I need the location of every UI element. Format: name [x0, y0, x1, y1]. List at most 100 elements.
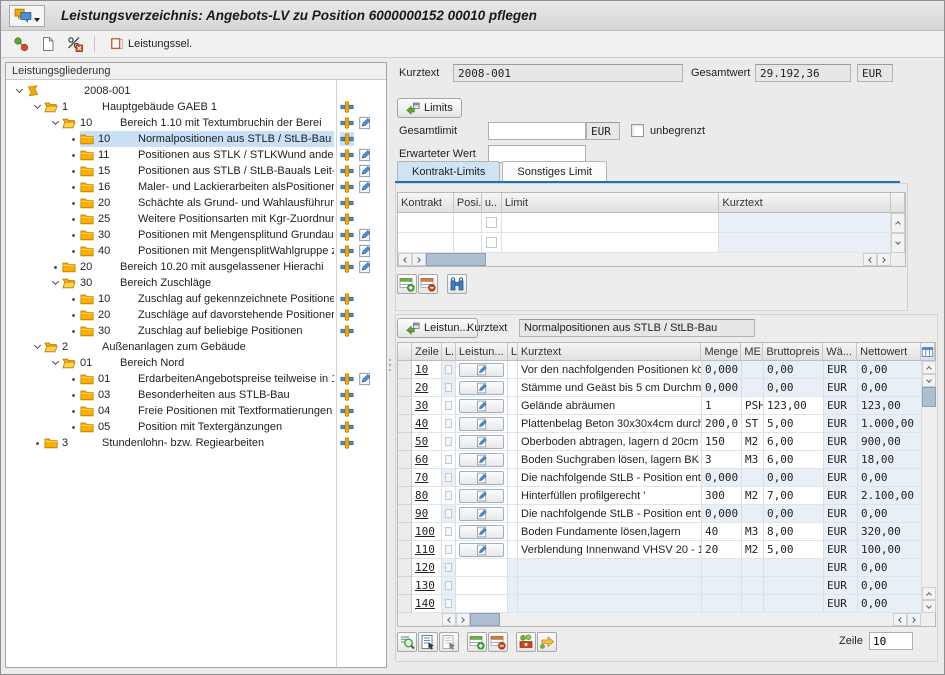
row-select-cell[interactable] — [398, 577, 412, 595]
positions-kurztext-field[interactable]: Normalpositionen aus STLB / StLB-Bau — [519, 319, 755, 337]
tree-node[interactable]: 11Positionen aus STLK / STLKWund anderen… — [6, 147, 386, 163]
tree-node[interactable]: 20Bereich 10.20 mit ausgelassener Hierac… — [6, 259, 386, 275]
bruttopreis-cell[interactable]: 6,00 — [764, 451, 824, 469]
detail-button[interactable] — [397, 632, 417, 652]
edit-text-icon[interactable] — [358, 164, 372, 178]
kontrakt-cell[interactable] — [482, 213, 502, 233]
leistung-button[interactable]: Leistun... — [397, 318, 478, 338]
row-select-cell[interactable] — [398, 505, 412, 523]
menge-cell[interactable]: 3 — [702, 451, 742, 469]
kurztext-cell[interactable]: Hinterfüllen profilgerecht ' — [518, 487, 702, 505]
menge-cell[interactable]: 300 — [702, 487, 742, 505]
column-header-Leistun...[interactable]: Leistun... — [456, 343, 508, 361]
zeile-input[interactable] — [869, 632, 913, 650]
column-header-Zeile[interactable]: Zeile — [412, 343, 442, 361]
me-cell[interactable]: M2 — [742, 487, 764, 505]
tree-node[interactable]: 01ErdarbeitenAngebotspreise teilweise in… — [6, 371, 386, 387]
relationship-pin-icon[interactable] — [340, 100, 354, 114]
select-end-button[interactable] — [439, 632, 459, 652]
kontrakt-cell[interactable] — [502, 213, 720, 233]
bruttopreis-cell[interactable]: 5,00 — [764, 541, 824, 559]
layout-config-button[interactable] — [921, 343, 935, 361]
zeile-link[interactable]: 20 — [415, 381, 428, 394]
relationship-pin-icon[interactable] — [340, 164, 354, 178]
relationship-pin-icon[interactable] — [340, 292, 354, 306]
me-cell[interactable]: PSH — [742, 397, 764, 415]
relationship-pin-icon[interactable] — [340, 420, 354, 434]
kontrakt-cell[interactable] — [454, 213, 482, 233]
row-select-cell[interactable] — [398, 559, 412, 577]
expander-icon[interactable] — [12, 90, 26, 92]
edit-longtext-button[interactable] — [459, 525, 504, 539]
kurztext-cell[interactable]: Boden Suchgraben lösen, lagern BK 3/4 — [518, 451, 702, 469]
me-cell[interactable]: ST — [742, 415, 764, 433]
edit-longtext-button[interactable] — [459, 381, 504, 395]
column-header-Posi...[interactable]: Posi... — [454, 193, 482, 213]
relationship-pin-icon[interactable] — [340, 260, 354, 274]
scroll-up-button[interactable] — [922, 587, 936, 600]
edit-longtext-button[interactable] — [459, 543, 504, 557]
tree-node[interactable]: 3Stundenlohn- bzw. Regiearbeiten — [6, 435, 386, 451]
expander-icon[interactable] — [48, 282, 62, 284]
kontrakt-cell[interactable] — [502, 233, 720, 253]
kontrakt-cell[interactable] — [398, 233, 454, 253]
row-select-cell[interactable] — [398, 487, 412, 505]
tab-sonstiges-limit[interactable]: Sonstiges Limit — [502, 161, 607, 181]
tree-node[interactable]: 01Bereich Nord — [6, 355, 386, 371]
scroll-right-button[interactable] — [877, 253, 891, 266]
tree-node[interactable]: 10Zuschlag auf gekennzeichnete Positione… — [6, 291, 386, 307]
tree-node[interactable]: 30Positionen mit Mengensplitund Grundaus… — [6, 227, 386, 243]
zeile-link[interactable]: 100 — [415, 525, 435, 538]
unbegrenzt-checkbox[interactable] — [631, 124, 644, 137]
row-select-cell[interactable] — [398, 415, 412, 433]
relationship-pin-icon[interactable] — [340, 404, 354, 418]
edit-longtext-button[interactable] — [459, 435, 504, 449]
column-header-Bruttopreis[interactable]: Bruttopreis — [763, 343, 823, 361]
scroll-left-button[interactable] — [398, 253, 412, 266]
relationship-pin-icon[interactable] — [340, 436, 354, 450]
kontrakt-insert-line-button[interactable] — [397, 274, 417, 294]
zeile-link[interactable]: 110 — [415, 543, 435, 556]
relationship-pin-icon[interactable] — [340, 324, 354, 338]
kontrakt-cell[interactable] — [454, 233, 482, 253]
me-cell[interactable]: M2 — [742, 541, 764, 559]
expander-icon[interactable] — [30, 346, 44, 348]
column-header-L..[interactable]: L.. — [442, 343, 456, 361]
relationship-pin-icon[interactable] — [340, 148, 354, 162]
me-cell[interactable]: M3 — [742, 523, 764, 541]
kurztext-cell[interactable]: Vor den nachfolgenden Positionen kön.. — [518, 361, 702, 379]
edit-text-icon[interactable] — [358, 180, 372, 194]
kurztext-cell[interactable]: Boden Fundamente lösen,lagern — [518, 523, 702, 541]
row-select-cell[interactable] — [398, 397, 412, 415]
services-button[interactable] — [537, 632, 557, 652]
conditions-delete-button[interactable] — [65, 34, 85, 54]
row-checkbox[interactable] — [486, 217, 497, 228]
expander-icon[interactable] — [48, 362, 62, 364]
zeile-link[interactable]: 120 — [415, 561, 435, 574]
zeile-link[interactable]: 10 — [415, 363, 428, 376]
hscroll-thumb[interactable] — [426, 253, 486, 266]
menge-cell[interactable]: 40 — [702, 523, 742, 541]
zeile-link[interactable]: 50 — [415, 435, 428, 448]
tree-node[interactable]: 2Außenanlagen zum Gebäude — [6, 339, 386, 355]
edit-text-icon[interactable] — [358, 244, 372, 258]
edit-longtext-button[interactable] — [459, 453, 504, 467]
kurztext-cell[interactable]: Die nachfolgende StLB - Position enthält — [518, 469, 702, 487]
edit-longtext-button[interactable] — [459, 399, 504, 413]
edit-text-icon[interactable] — [358, 372, 372, 386]
zeile-link[interactable]: 130 — [415, 579, 435, 592]
tree-node[interactable]: 05Position mit Textergänzungen — [6, 419, 386, 435]
kontrakt-cell[interactable] — [719, 233, 891, 253]
expander-icon[interactable] — [30, 106, 44, 108]
relationship-pin-icon[interactable] — [340, 116, 354, 130]
bruttopreis-cell[interactable]: 123,00 — [764, 397, 824, 415]
vscroll-thumb[interactable] — [922, 387, 936, 407]
linked-docs-button[interactable] — [11, 34, 31, 54]
column-header-Kurztext[interactable]: Kurztext — [719, 193, 891, 213]
row-select-cell[interactable] — [398, 379, 412, 397]
menge-cell[interactable]: 200,0 — [702, 415, 742, 433]
kontrakt-cell[interactable] — [719, 213, 891, 233]
scroll-right-button[interactable] — [907, 613, 921, 626]
delete-line-button[interactable] — [488, 632, 508, 652]
row-select-cell[interactable] — [398, 469, 412, 487]
